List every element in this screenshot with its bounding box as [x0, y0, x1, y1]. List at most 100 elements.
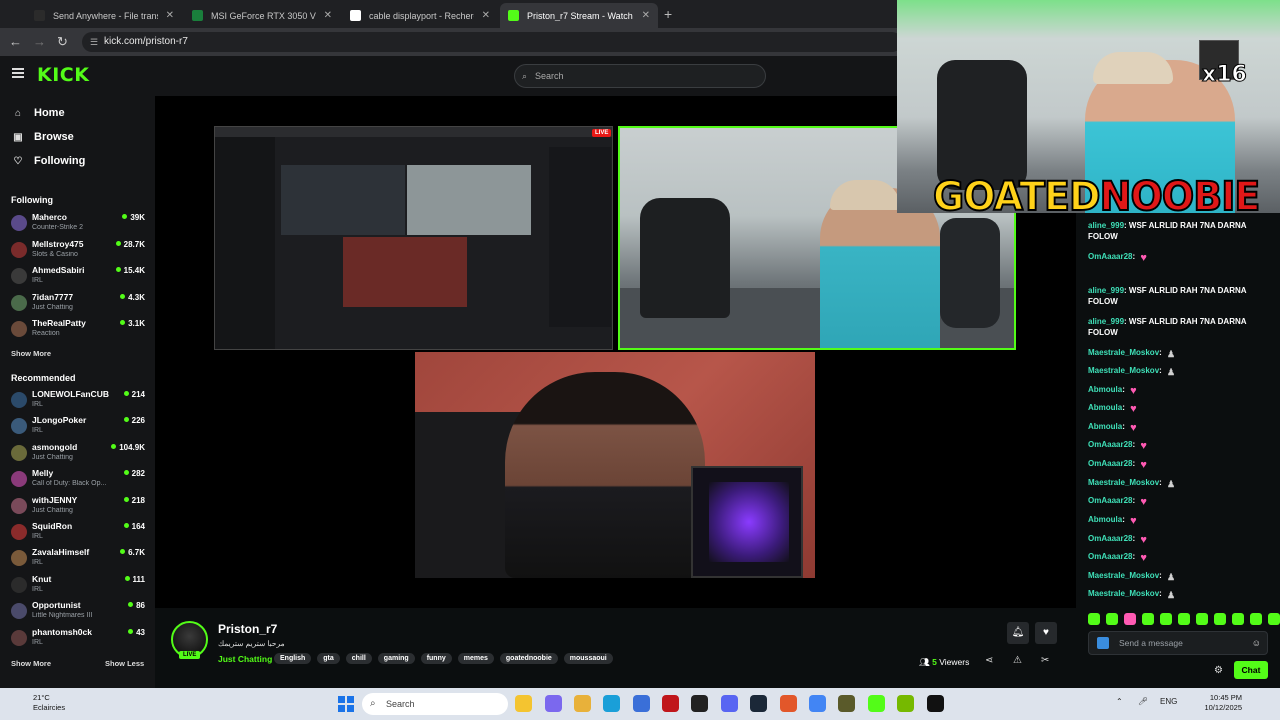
sidebar-channel-item[interactable]: SquidRon IRL 164 — [11, 521, 145, 545]
emote-icon[interactable] — [1250, 613, 1262, 625]
notification-bell-icon[interactable]: 🔔︎ — [1007, 622, 1029, 644]
chat-input[interactable]: Send a message ☺ — [1088, 631, 1268, 655]
emote-icon[interactable] — [1160, 613, 1172, 625]
tray-chevron-icon[interactable]: ⌃ — [1116, 697, 1123, 706]
chat-username[interactable]: OmAaaar28 — [1088, 534, 1132, 543]
emote-icon[interactable] — [1232, 613, 1244, 625]
chat-username[interactable]: OmAaaar28 — [1088, 552, 1132, 561]
close-icon[interactable]: ✕ — [324, 10, 332, 21]
sidebar-channel-item[interactable]: ZavalaHimself IRL 6.7K — [11, 547, 145, 571]
kick-emote-icon[interactable] — [1097, 637, 1109, 649]
tag-pill[interactable]: memes — [457, 653, 494, 664]
taskbar-search[interactable]: ⌕ Search — [362, 693, 508, 715]
clock[interactable]: 10:45 PM 10/12/2025 — [1198, 693, 1242, 713]
site-info-icon[interactable]: ☰ — [90, 32, 98, 52]
discord-app-icon[interactable] — [721, 695, 738, 712]
back-icon[interactable]: ← — [9, 34, 22, 49]
windows-start-icon[interactable] — [338, 696, 354, 712]
stream-category[interactable]: Just Chatting — [218, 654, 272, 664]
sidebar-channel-item[interactable]: Maherco Counter-Strike 2 39K — [11, 212, 145, 236]
app-orange-icon[interactable] — [780, 695, 797, 712]
language-indicator[interactable]: ENG — [1160, 697, 1177, 706]
emoji-icon[interactable]: ☺ — [1252, 632, 1261, 654]
chat-username[interactable]: OmAaaar28 — [1088, 496, 1132, 505]
app-red-icon[interactable] — [662, 695, 679, 712]
folder-app-icon[interactable] — [574, 695, 591, 712]
chat-username[interactable]: OmAaaar28 — [1088, 440, 1132, 449]
emote-icon[interactable] — [1124, 613, 1136, 625]
show-more-button[interactable]: Show More — [11, 659, 51, 668]
weather-widget[interactable]: 21°C Eclaircies — [33, 693, 65, 713]
close-icon[interactable]: ✕ — [166, 10, 174, 21]
reload-icon[interactable]: ↻ — [57, 34, 68, 50]
tag-pill[interactable]: chill — [345, 653, 372, 664]
app-olive-icon[interactable] — [838, 695, 855, 712]
kick-app-icon[interactable] — [868, 695, 885, 712]
sidebar-channel-item[interactable]: withJENNY Just Chatting 218 — [11, 495, 145, 519]
report-icon[interactable]: ⚠ — [1013, 655, 1022, 666]
copilot-app-icon[interactable] — [545, 695, 562, 712]
clip-icon[interactable]: ✂ — [1041, 655, 1049, 666]
chat-username[interactable]: Abmoula — [1088, 385, 1122, 394]
chat-username[interactable]: Maestrale_Moskov — [1088, 478, 1159, 487]
tag-pill[interactable]: English — [274, 653, 312, 664]
sidebar-item-browse[interactable]: ▣ Browse — [12, 131, 73, 143]
new-tab-icon[interactable]: + — [664, 6, 672, 22]
chat-username[interactable]: OmAaaar28 — [1088, 459, 1132, 468]
show-less-button[interactable]: Show Less — [105, 659, 144, 668]
send-chat-button[interactable]: Chat — [1234, 661, 1268, 679]
close-icon[interactable]: ✕ — [642, 10, 650, 21]
emote-icon[interactable] — [1178, 613, 1190, 625]
show-more-following-button[interactable]: Show More — [11, 349, 51, 358]
browser-tab[interactable]: Send Anywhere - File transfer ✕ — [26, 3, 182, 28]
chat-username[interactable]: Maestrale_Moskov — [1088, 571, 1159, 580]
sidebar-channel-item[interactable]: Knut IRL 111 — [11, 574, 145, 598]
search-input[interactable]: ⌕ Search — [514, 64, 766, 88]
gear-icon[interactable]: ⚙ — [1214, 665, 1223, 676]
chat-username[interactable]: aline_999 — [1088, 221, 1124, 230]
browser-tab[interactable]: MSI GeForce RTX 3050 VENTUS ✕ — [184, 3, 340, 28]
tag-pill[interactable]: moussaoui — [563, 653, 613, 664]
store-app-icon[interactable] — [633, 695, 650, 712]
emote-icon[interactable] — [1088, 613, 1100, 625]
kick-logo[interactable]: KICK — [37, 64, 89, 86]
browser-tab[interactable]: cable displayport - Recherche G ✕ — [342, 3, 498, 28]
sidebar-channel-item[interactable]: JLongoPoker IRL 226 — [11, 415, 145, 439]
tag-pill[interactable]: funny — [420, 653, 452, 664]
chat-username[interactable]: Abmoula — [1088, 422, 1122, 431]
sidebar-channel-item[interactable]: Opportunist Little Nightmares III 86 — [11, 600, 145, 624]
chat-username[interactable]: Maestrale_Moskov — [1088, 589, 1159, 598]
tag-pill[interactable]: gaming — [377, 653, 415, 664]
close-icon[interactable]: ✕ — [482, 10, 490, 21]
file-explorer-app-icon[interactable] — [515, 695, 532, 712]
chat-username[interactable]: Abmoula — [1088, 403, 1122, 412]
sidebar-channel-item[interactable]: asmongold Just Chatting 104.9K — [11, 442, 145, 466]
browser-tab-active[interactable]: Priston_r7 Stream - Watch Live ✕ — [500, 3, 658, 28]
sidebar-channel-item[interactable]: TheRealPatty Reaction 3.1K — [11, 318, 145, 342]
url-field[interactable]: ☰ kick.com/priston-r7 — [82, 32, 902, 52]
emote-icon[interactable] — [1214, 613, 1226, 625]
tag-pill[interactable]: gta — [317, 653, 340, 664]
sidebar-item-following[interactable]: ♡ Following — [12, 155, 86, 167]
edge-app-icon[interactable] — [603, 695, 620, 712]
sidebar-channel-item[interactable]: LONEWOLFanCUB IRL 214 — [11, 389, 145, 413]
share-icon[interactable]: ⋖ — [985, 655, 993, 666]
follow-heart-icon[interactable]: ♥ — [1035, 622, 1057, 644]
chat-username[interactable]: Maestrale_Moskov — [1088, 366, 1159, 375]
streamer-name[interactable]: Priston_r7 — [218, 622, 277, 636]
menu-icon[interactable] — [12, 68, 24, 78]
chat-username[interactable]: aline_999 — [1088, 317, 1124, 326]
chat-username[interactable]: aline_999 — [1088, 286, 1124, 295]
nvidia-app-icon[interactable] — [897, 695, 914, 712]
app-black-icon[interactable] — [927, 695, 944, 712]
emote-icon[interactable] — [1268, 613, 1280, 625]
sidebar-channel-item[interactable]: Melly Call of Duty: Black Op... 282 — [11, 468, 145, 492]
sidebar-channel-item[interactable]: 7idan7777 Just Chatting 4.3K — [11, 292, 145, 316]
forward-icon[interactable]: → — [33, 34, 46, 49]
sidebar-item-home[interactable]: ⌂ Home — [12, 107, 65, 119]
microphone-icon[interactable]: 🎤︎ — [1138, 697, 1148, 706]
sidebar-channel-item[interactable]: phantomsh0ck IRL 43 — [11, 627, 145, 651]
tag-pill[interactable]: goatednoobie — [499, 653, 558, 664]
steam-app-icon[interactable] — [750, 695, 767, 712]
chat-username[interactable]: Abmoula — [1088, 515, 1122, 524]
